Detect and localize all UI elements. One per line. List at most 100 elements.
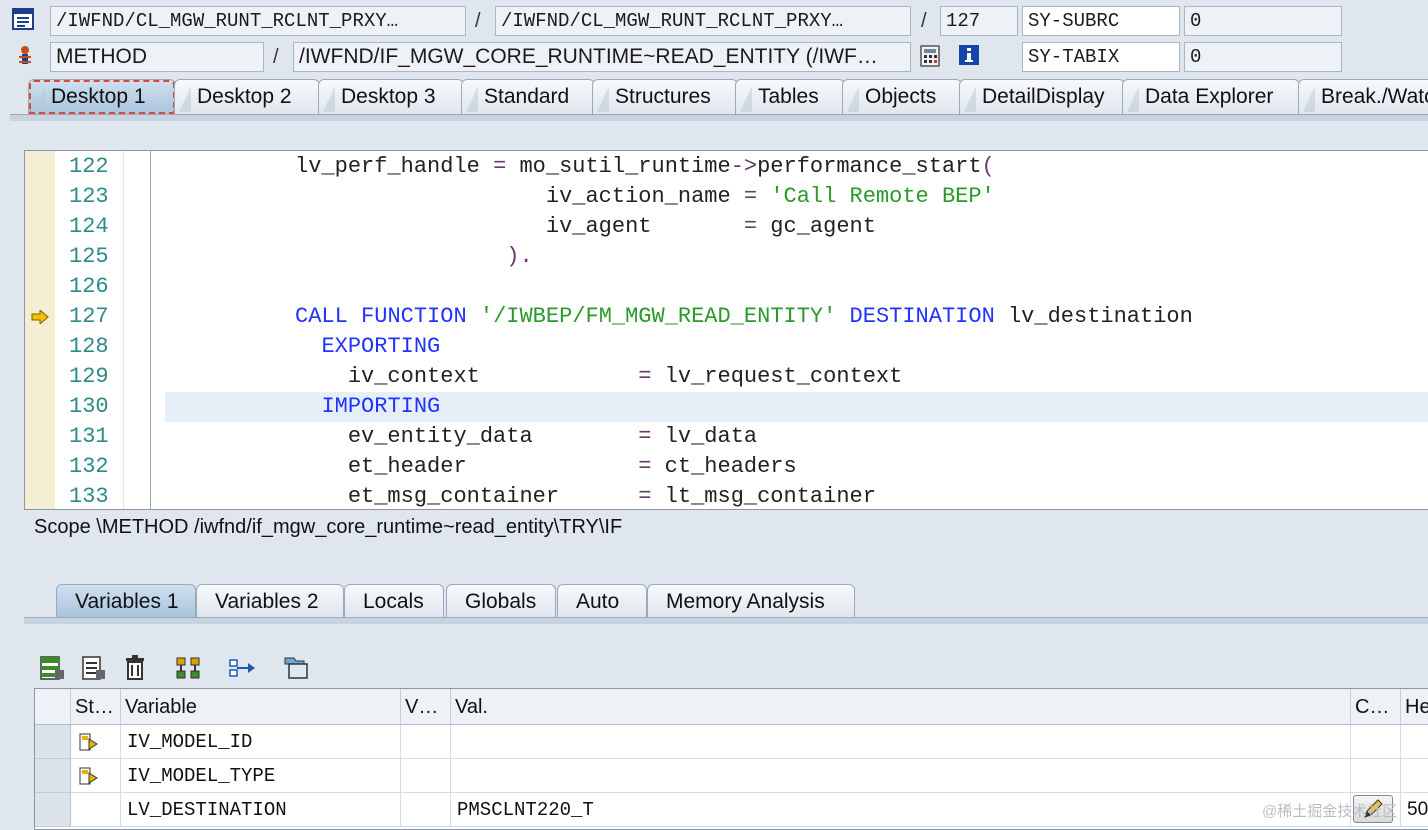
tab-variables-1[interactable]: Variables 1 — [56, 584, 196, 618]
sy-subrc-field[interactable]: SY-SUBRC — [1022, 6, 1180, 36]
layout-icon[interactable] — [38, 654, 66, 682]
line-number: 128 — [69, 334, 109, 359]
event-type-field[interactable]: METHOD — [50, 42, 264, 72]
list-icon[interactable] — [80, 654, 108, 682]
tab-structures[interactable]: Structures — [592, 79, 738, 115]
tab-desktop-3[interactable]: Desktop 3 — [318, 79, 464, 115]
code-line-128[interactable]: 128 EXPORTING — [25, 332, 1428, 362]
tab-locals[interactable]: Locals — [344, 584, 444, 618]
tab-globals[interactable]: Globals — [446, 584, 556, 618]
tab-tables[interactable]: Tables — [735, 79, 845, 115]
watermark: @稀土掘金技术社区 — [1262, 803, 1398, 820]
info-icon[interactable] — [958, 44, 980, 66]
line-number: 133 — [69, 484, 109, 509]
value-cell[interactable] — [451, 759, 1351, 793]
line-field[interactable]: 127 — [940, 6, 1018, 36]
column-header-c[interactable]: C… — [1351, 689, 1401, 725]
tab-objects[interactable]: Objects — [842, 79, 962, 115]
line-number: 124 — [69, 214, 109, 239]
tab-data-explorer[interactable]: Data Explorer — [1122, 79, 1300, 115]
header-row-selector[interactable] — [35, 689, 71, 725]
row-selector[interactable] — [35, 759, 71, 793]
row-selector[interactable] — [35, 725, 71, 759]
transfer-icon[interactable] — [228, 654, 256, 682]
include-field[interactable]: /IWFND/CL_MGW_RUNT_RCLNT_PRXY… — [495, 6, 911, 36]
code-text: ev_entity_data = lv_data — [163, 424, 758, 449]
tab-detaildisplay[interactable]: DetailDisplay — [959, 79, 1125, 115]
method-icon[interactable] — [14, 44, 36, 66]
line-number: 127 — [69, 304, 109, 329]
tab-variables-2[interactable]: Variables 2 — [196, 584, 344, 618]
column-header-variable[interactable]: Variable — [121, 689, 401, 725]
parameter-icon — [79, 733, 98, 751]
trash-icon[interactable] — [122, 654, 150, 682]
value-cell[interactable]: PMSCLNT220_T — [451, 793, 1351, 827]
separator: / — [273, 46, 279, 68]
sy-subrc-value: 0 — [1184, 6, 1342, 36]
code-line-130[interactable]: 130 IMPORTING — [25, 392, 1428, 422]
code-line-122[interactable]: 122 lv_perf_handle = mo_sutil_runtime->p… — [25, 152, 1428, 182]
code-text: EXPORTING — [321, 334, 441, 359]
line-number: 132 — [69, 454, 109, 479]
tab-strip-line — [24, 617, 1428, 624]
code-text: et_msg_container = lt_msg_container — [163, 484, 876, 509]
code-text: et_header = ct_headers — [163, 454, 797, 479]
tab-memory-analysis[interactable]: Memory Analysis — [647, 584, 855, 618]
line-number: 122 — [69, 154, 109, 179]
line-number: 129 — [69, 364, 109, 389]
column-header-value[interactable]: Val. — [451, 689, 1351, 725]
column-header-he[interactable]: He — [1401, 689, 1428, 725]
sy-tabix-field[interactable]: SY-TABIX — [1022, 42, 1180, 72]
event-field[interactable]: /IWFND/IF_MGW_CORE_RUNTIME~READ_ENTITY (… — [293, 42, 911, 72]
he-cell: 50 — [1401, 793, 1428, 827]
folder-icon[interactable] — [282, 654, 310, 682]
source-code-editor[interactable]: 122 lv_perf_handle = mo_sutil_runtime->p… — [24, 150, 1428, 510]
c-cell — [1351, 725, 1401, 759]
tab-auto[interactable]: Auto — [557, 584, 647, 618]
row-selector[interactable] — [35, 793, 71, 827]
code-text: iv_context = lv_request_context — [163, 364, 903, 389]
v-cell — [401, 725, 451, 759]
line-number: 130 — [69, 394, 109, 419]
code-line-132[interactable]: 132 et_header = ct_headers — [25, 452, 1428, 482]
code-text: lv_perf_handle = mo_sutil_runtime->perfo… — [163, 154, 995, 179]
header-row-program: /IWFND/CL_MGW_RUNT_RCLNT_PRXY… / /IWFND/… — [0, 4, 1428, 38]
tab-desktop-1[interactable]: Desktop 1 — [28, 79, 176, 115]
tab-breakpoints-watchpoints[interactable]: Break./Watc — [1298, 79, 1428, 115]
code-line-124[interactable]: 124 iv_agent = gc_agent — [25, 212, 1428, 242]
scope-text: Scope \METHOD /iwfnd/if_mgw_core_runtime… — [34, 516, 623, 538]
program-field[interactable]: /IWFND/CL_MGW_RUNT_RCLNT_PRXY… — [50, 6, 466, 36]
code-line-125[interactable]: 125 ). — [25, 242, 1428, 272]
code-text: iv_agent = gc_agent — [163, 214, 876, 239]
tab-desktop-2[interactable]: Desktop 2 — [174, 79, 320, 115]
value-cell[interactable] — [451, 725, 1351, 759]
tab-strip-line — [10, 114, 1428, 121]
v-cell — [401, 793, 451, 827]
variable-cell[interactable]: IV_MODEL_ID — [121, 725, 401, 759]
code-text: CALL FUNCTION '/IWBEP/FM_MGW_READ_ENTITY… — [295, 304, 1193, 329]
code-line-126[interactable]: 126 — [25, 272, 1428, 302]
code-text: ). — [506, 244, 533, 269]
code-text: iv_action_name = 'Call Remote BEP' — [163, 184, 995, 209]
sy-tabix-value: 0 — [1184, 42, 1342, 72]
column-header-status[interactable]: St… — [71, 689, 121, 725]
c-cell — [1351, 759, 1401, 793]
parameter-icon — [79, 767, 98, 785]
line-number: 131 — [69, 424, 109, 449]
code-line-127[interactable]: 127 CALL FUNCTION '/IWBEP/FM_MGW_READ_EN… — [25, 302, 1428, 332]
variables-table[interactable]: St… Variable V… Val. C… He IV_MODEL_ID I… — [34, 688, 1428, 830]
code-line-123[interactable]: 123 iv_action_name = 'Call Remote BEP' — [25, 182, 1428, 212]
code-line-133[interactable]: 133 et_msg_container = lt_msg_container — [25, 482, 1428, 509]
he-cell — [1401, 759, 1428, 793]
code-line-129[interactable]: 129 iv_context = lv_request_context — [25, 362, 1428, 392]
variable-cell[interactable]: IV_MODEL_TYPE — [121, 759, 401, 793]
hierarchy-icon[interactable] — [174, 654, 202, 682]
variable-cell[interactable]: LV_DESTINATION — [121, 793, 401, 827]
line-number: 125 — [69, 244, 109, 269]
calculator-icon[interactable] — [919, 45, 941, 67]
tab-standard[interactable]: Standard — [461, 79, 595, 115]
column-header-v[interactable]: V… — [401, 689, 451, 725]
status-cell — [71, 793, 121, 827]
program-icon[interactable] — [12, 8, 34, 30]
code-line-131[interactable]: 131 ev_entity_data = lv_data — [25, 422, 1428, 452]
